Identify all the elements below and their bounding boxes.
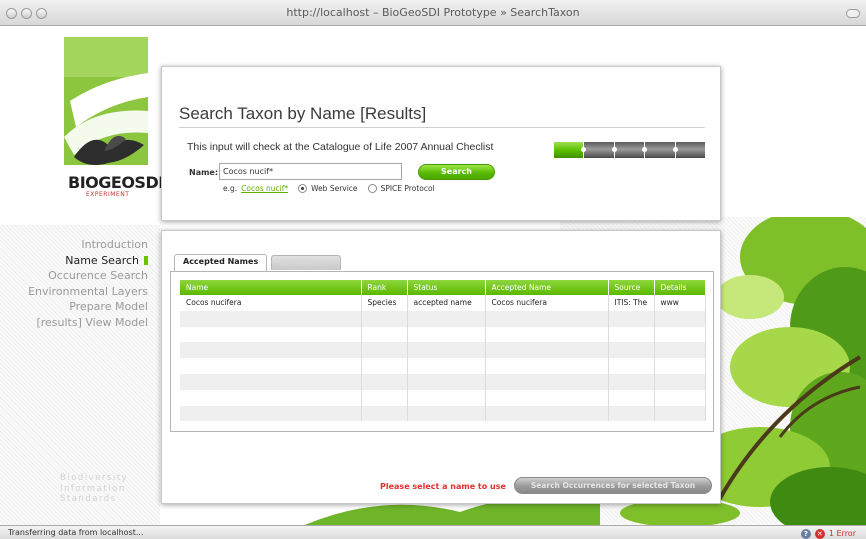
cell-name: Cocos nucifera xyxy=(180,295,362,311)
workflow-step xyxy=(675,142,706,158)
search-example: e.g. Cocos nucif* Web Service SPICE Prot… xyxy=(223,184,435,193)
page-content: BIOGEOSDI EXPERIMENT Introduction Name S… xyxy=(0,27,866,525)
status-indicators[interactable]: ? ✕ 1 Error xyxy=(800,527,856,539)
search-panel: Search Taxon by Name [Results] This inpu… xyxy=(161,66,721,221)
status-text: Transferring data from localhost... xyxy=(8,528,144,537)
table-row-empty xyxy=(180,326,706,343)
left-sidebar: Introduction Name Search Occurence Searc… xyxy=(0,225,160,525)
workflow-progress xyxy=(554,142,706,158)
bis-watermark: Biodiversity Information Standards xyxy=(60,473,128,505)
table-header-row: Name Rank Status Accepted Name Source De… xyxy=(180,280,706,295)
search-occurrences-button[interactable]: Search Occurrences for selected Taxon xyxy=(514,477,712,494)
nav-item-introduction[interactable]: Introduction xyxy=(28,237,148,253)
tab-synonyms[interactable]: Synonyms xyxy=(271,255,342,270)
search-button[interactable]: Search xyxy=(418,164,495,180)
cell-rank: Species xyxy=(361,295,408,311)
bis-line: Information xyxy=(60,483,126,494)
web-service-radio[interactable] xyxy=(298,184,308,193)
select-name-warning: Please select a name to use xyxy=(380,482,506,491)
page-title: Search Taxon by Name [Results] xyxy=(179,104,427,123)
nav-item-prepare-model[interactable]: Prepare Model xyxy=(28,299,148,315)
spice-protocol-radio[interactable] xyxy=(367,184,377,193)
table-row-empty xyxy=(180,373,706,390)
toolbar-toggle-icon[interactable] xyxy=(846,9,860,18)
example-link[interactable]: Cocos nucif* xyxy=(241,184,288,193)
workflow-step xyxy=(554,142,587,158)
column-header-details[interactable]: Details xyxy=(654,280,706,295)
title-divider xyxy=(179,127,705,128)
help-icon[interactable]: ? xyxy=(800,528,811,539)
logo-sub-text: EXPERIMENT xyxy=(86,191,130,198)
main-nav: Introduction Name Search Occurence Searc… xyxy=(28,237,148,331)
error-count[interactable]: 1 Error xyxy=(829,527,856,539)
workflow-step xyxy=(584,142,618,158)
cell-accepted-name: Cocos nucifera xyxy=(485,295,609,311)
web-service-label: Web Service xyxy=(311,184,358,193)
logo-brand-text: BIOGEOSDI xyxy=(68,173,164,192)
bis-line: Biodiversity xyxy=(60,473,129,483)
spice-protocol-label: SPICE Protocol xyxy=(380,184,435,193)
column-header-status[interactable]: Status xyxy=(407,280,486,295)
column-header-source[interactable]: Source xyxy=(608,280,655,295)
table-row-empty xyxy=(180,405,706,422)
name-search-input[interactable] xyxy=(219,163,402,180)
results-table: Name Rank Status Accepted Name Source De… xyxy=(180,280,706,422)
nav-item-environmental-layers[interactable]: Environmental Layers xyxy=(28,284,148,300)
table-row-empty xyxy=(180,389,706,406)
table-row-empty xyxy=(180,310,706,327)
nav-item-view-model[interactable]: [results] View Model xyxy=(28,315,148,331)
results-tabs: Accepted Names Synonyms xyxy=(174,254,342,271)
example-prefix: e.g. xyxy=(223,184,238,193)
table-row-empty xyxy=(180,342,706,359)
cell-source: ITIS: The xyxy=(608,295,655,311)
workflow-step xyxy=(614,142,648,158)
window-titlebar: http://localhost – BioGeoSDI Prototype »… xyxy=(0,0,866,26)
column-header-accepted-name[interactable]: Accepted Name xyxy=(485,280,609,295)
error-icon[interactable]: ✕ xyxy=(814,528,825,539)
column-header-name[interactable]: Name xyxy=(180,280,362,295)
results-panel: Accepted Names Synonyms Name Rank Status… xyxy=(161,230,721,504)
table-row-empty xyxy=(180,358,706,374)
workflow-step xyxy=(645,142,679,158)
column-header-rank[interactable]: Rank xyxy=(361,280,408,295)
nav-item-name-search[interactable]: Name Search xyxy=(28,253,148,269)
bis-line: Standards xyxy=(60,494,117,504)
cell-status: accepted name xyxy=(407,295,486,311)
window-title: http://localhost – BioGeoSDI Prototype »… xyxy=(286,6,580,19)
tab-accepted-names[interactable]: Accepted Names xyxy=(174,254,268,271)
results-grid-container: Name Rank Status Accepted Name Source De… xyxy=(170,271,714,432)
cell-details-link[interactable]: www xyxy=(654,295,706,311)
name-label: Name: xyxy=(189,168,219,177)
nav-item-occurence-search[interactable]: Occurence Search xyxy=(28,268,148,284)
table-row[interactable]: Cocos nucifera Species accepted name Coc… xyxy=(180,295,706,311)
search-description: This input will check at the Catalogue o… xyxy=(187,141,494,153)
status-bar: Transferring data from localhost... ? ✕ … xyxy=(0,525,866,539)
